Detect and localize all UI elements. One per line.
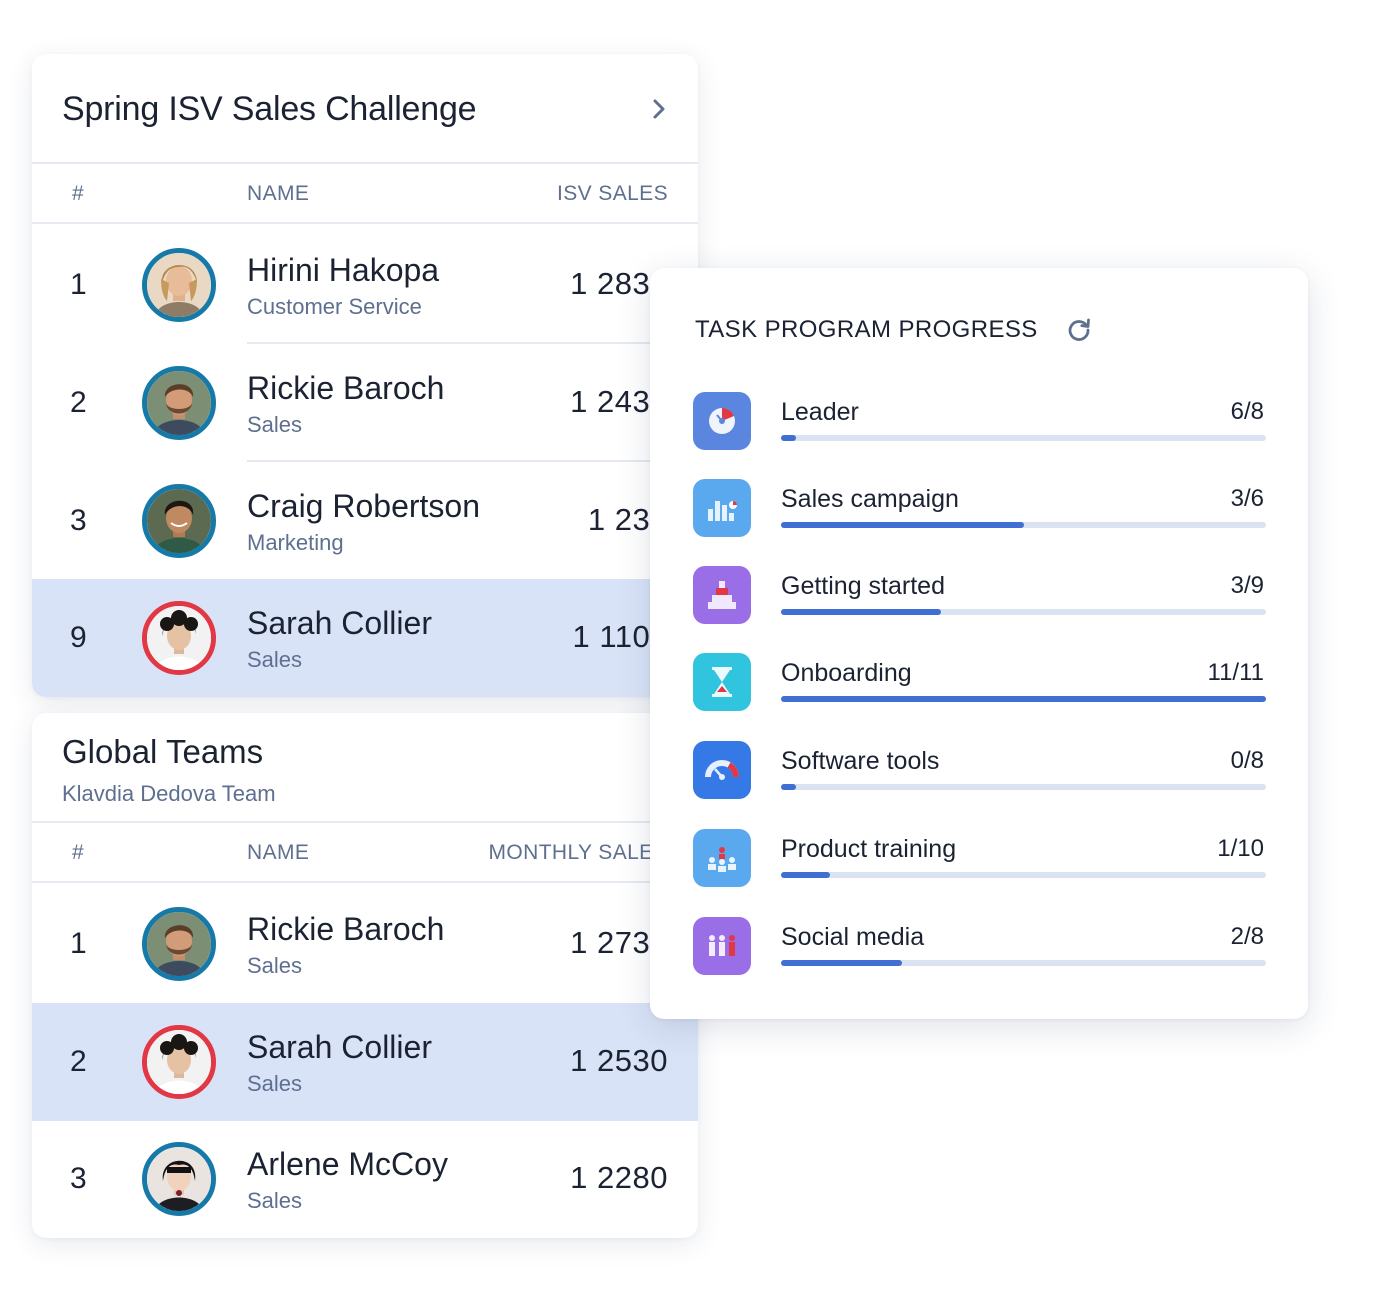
row-rank: 1 <box>70 927 87 960</box>
task-name: Leader <box>781 398 859 426</box>
progress-fill <box>781 784 796 790</box>
task-name: Sales campaign <box>781 485 959 513</box>
person-name: Sarah Collier <box>247 1029 432 1065</box>
people-icon <box>693 917 751 975</box>
task-item-product-training[interactable]: Product training 1/10 <box>650 829 1308 899</box>
avatar <box>142 366 216 440</box>
progress-fill <box>781 960 903 966</box>
person-department: Customer Service <box>247 294 422 319</box>
task-item-onboarding[interactable]: Onboarding 11/11 <box>650 653 1308 723</box>
audience-icon <box>693 829 751 887</box>
column-rank: # <box>72 182 85 205</box>
task-name: Getting started <box>781 572 945 600</box>
task-progress-bar <box>781 784 1266 790</box>
column-isv-sales: ISV SALES <box>557 182 668 205</box>
person-department: Sales <box>247 412 303 437</box>
row-rank: 3 <box>70 1162 87 1195</box>
task-progress-bar <box>781 696 1266 702</box>
task-count: 3/9 <box>1230 572 1264 599</box>
task-progress-bar <box>781 960 1266 966</box>
task-item-sales-campaign[interactable]: Sales campaign 3/6 <box>650 479 1308 549</box>
column-name: NAME <box>247 841 310 864</box>
task-count: 11/11 <box>1207 659 1265 686</box>
person-name: Arlene McCoy <box>247 1146 448 1182</box>
table-row[interactable]: 1 Hirini Hakopa Customer Service 1 2830 <box>32 226 698 344</box>
refresh-icon[interactable] <box>1065 316 1093 344</box>
person-department: Sales <box>247 1071 303 1096</box>
challenge-title: Spring ISV Sales Challenge <box>62 90 477 128</box>
speedometer-icon <box>693 392 751 450</box>
task-name: Software tools <box>781 747 940 775</box>
row-rank: 1 <box>70 268 87 301</box>
column-monthly-sales: MONTHLY SALES <box>488 841 668 864</box>
progress-fill <box>781 435 796 441</box>
bar-chart-icon <box>693 479 751 537</box>
person-name: Sarah Collier <box>247 605 432 641</box>
table-row-current-user[interactable]: 2 Sarah Collier Sales 1 2530 <box>32 1003 698 1121</box>
avatar <box>142 1025 216 1099</box>
progress-fill <box>781 609 942 615</box>
task-name: Onboarding <box>781 659 912 687</box>
teams-column-header: # NAME MONTHLY SALES <box>32 823 698 883</box>
column-rank: # <box>72 841 85 864</box>
task-progress-bar <box>781 872 1266 878</box>
pyramid-icon <box>693 566 751 624</box>
table-row[interactable]: 2 Rickie Baroch Sales 1 2430 <box>32 344 698 462</box>
challenge-header[interactable]: Spring ISV Sales Challenge <box>32 54 698 164</box>
row-rank: 2 <box>70 1045 87 1078</box>
avatar <box>142 484 216 558</box>
person-name: Rickie Baroch <box>247 370 445 406</box>
row-rank: 2 <box>70 386 87 419</box>
teams-header: Global Teams Klavdia Dedova Team <box>32 713 698 823</box>
avatar <box>142 601 216 675</box>
person-department: Marketing <box>247 530 344 555</box>
teams-title: Global Teams <box>62 733 264 770</box>
table-row-current-user[interactable]: 9 Sarah Collier Sales 1 1100 <box>32 579 698 697</box>
person-name: Hirini Hakopa <box>247 252 440 288</box>
task-progress-title: TASK PROGRAM PROGRESS <box>695 316 1038 343</box>
task-item-software-tools[interactable]: Software tools 0/8 <box>650 741 1308 811</box>
task-item-getting-started[interactable]: Getting started 3/9 <box>650 566 1308 636</box>
task-progress-card: TASK PROGRAM PROGRESS Leader 6/8 Sales c… <box>650 268 1308 1019</box>
challenge-leaderboard-card: Spring ISV Sales Challenge # NAME ISV SA… <box>32 54 698 697</box>
row-rank: 9 <box>70 621 87 654</box>
table-row[interactable]: 1 Rickie Baroch Sales 1 2730 <box>32 885 698 1003</box>
task-count: 6/8 <box>1230 398 1264 425</box>
task-name: Social media <box>781 923 925 951</box>
progress-fill <box>781 872 830 878</box>
table-row[interactable]: 3 Craig Robertson Marketing 1 232 <box>32 462 698 580</box>
task-progress-bar <box>781 522 1266 528</box>
task-item-leader[interactable]: Leader 6/8 <box>650 392 1308 462</box>
hourglass-icon <box>693 653 751 711</box>
teams-leaderboard-card: Global Teams Klavdia Dedova Team # NAME … <box>32 713 698 1238</box>
chevron-right-icon[interactable] <box>646 94 672 124</box>
gauge-icon <box>693 741 751 799</box>
progress-fill <box>781 696 1266 702</box>
task-count: 2/8 <box>1230 923 1264 950</box>
progress-fill <box>781 522 1024 528</box>
person-department: Sales <box>247 647 303 672</box>
avatar <box>142 248 216 322</box>
task-count: 0/8 <box>1230 747 1264 774</box>
teams-subtitle: Klavdia Dedova Team <box>62 781 276 806</box>
challenge-column-header: # NAME ISV SALES <box>32 164 698 224</box>
person-department: Sales <box>247 953 303 978</box>
task-name: Product training <box>781 835 957 863</box>
avatar <box>142 1142 216 1216</box>
person-name: Craig Robertson <box>247 488 480 524</box>
task-count: 1/10 <box>1217 835 1264 862</box>
task-count: 3/6 <box>1230 485 1264 512</box>
task-progress-bar <box>781 609 1266 615</box>
person-name: Rickie Baroch <box>247 911 445 947</box>
monthly-sales-value: 1 2280 <box>570 1160 668 1195</box>
monthly-sales-value: 1 2530 <box>570 1043 668 1078</box>
table-row[interactable]: 3 Arlene McCoy Sales 1 2280 <box>32 1120 698 1238</box>
person-department: Sales <box>247 1188 303 1213</box>
row-rank: 3 <box>70 504 87 537</box>
column-name: NAME <box>247 182 310 205</box>
task-item-social-media[interactable]: Social media 2/8 <box>650 917 1308 987</box>
task-progress-bar <box>781 435 1266 441</box>
avatar <box>142 907 216 981</box>
